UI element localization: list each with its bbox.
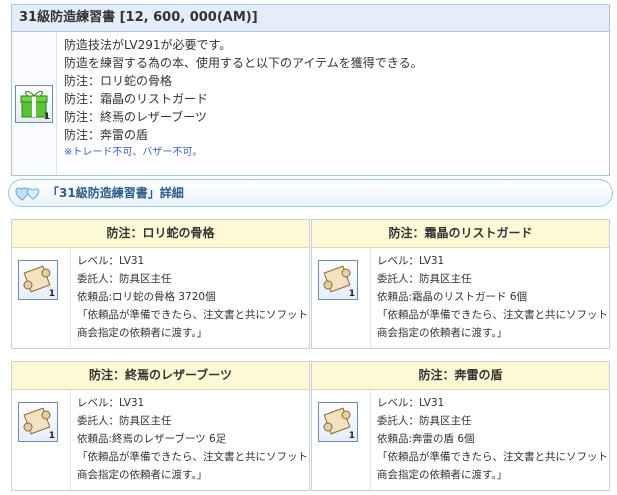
recipe-client: 委託人：防具区主任 — [77, 415, 172, 427]
scroll-icon[interactable]: 1 — [18, 260, 58, 300]
recipe-client: 委託人：防具区主任 — [377, 273, 472, 285]
recipe-quote-line2: 商会指定の依頼者に渡す。」 — [377, 469, 508, 481]
recipe-request: 依頼品:ロリ蛇の骨格 3720個 — [77, 291, 216, 303]
recipe-quote-line1: 「依頼品が準備できたら、注文書と共にソフット — [77, 451, 308, 463]
item-info-box: 31級防造練習書 [12, 600, 000(AM)] 1 防造技法がLV291… — [11, 4, 610, 176]
recipe-request: 依頼品:霜晶のリストガード 6個 — [377, 291, 528, 303]
detail-header: 「31級防造練習書」詳細 — [8, 179, 613, 207]
recipe-details: レベル：LV31 委託人：防具区主任 依頼品:奔雷の盾 6個 「依頼品が準備でき… — [377, 394, 608, 484]
item-icon-column: 1 — [12, 32, 57, 175]
hearts-icon — [14, 184, 44, 202]
recipe-request: 依頼品:終焉のレザーブーツ 6足 — [77, 433, 227, 445]
recipe-details: レベル：LV31 委託人：防具区主任 依頼品:霜晶のリストガード 6個 「依頼品… — [377, 252, 608, 342]
scroll-icon[interactable]: 1 — [318, 260, 358, 300]
scroll-icon[interactable]: 1 — [18, 402, 58, 442]
item-reward-3: 防注：終焉のレザーブーツ — [64, 110, 208, 124]
recipe-quote-line2: 商会指定の依頼者に渡す。」 — [377, 327, 508, 339]
recipe-icon-column: 1 — [12, 390, 71, 490]
item-reward-4: 防注：奔雷の盾 — [64, 128, 149, 142]
recipe-quote-line2: 商会指定の依頼者に渡す。」 — [77, 469, 208, 481]
item-title: 31級防造練習書 [12, 600, 000(AM)] — [12, 5, 609, 32]
recipe-level: レベル：LV31 — [377, 255, 445, 267]
recipe-icon-column: 1 — [312, 390, 371, 490]
recipe-quantity: 1 — [348, 431, 355, 441]
recipe-title: 防注：終焉のレザーブーツ — [12, 362, 309, 390]
recipe-title: 防注：霜晶のリストガード — [312, 220, 609, 248]
scroll-icon[interactable]: 1 — [318, 402, 358, 442]
item-reward-2: 防注：霜晶のリストガード — [64, 92, 209, 106]
recipe-details: レベル：LV31 委託人：防具区主任 依頼品:ロリ蛇の骨格 3720個 「依頼品… — [77, 252, 308, 342]
recipe-level: レベル：LV31 — [377, 397, 445, 409]
recipe-request: 依頼品:奔雷の盾 6個 — [377, 433, 475, 445]
recipe-title: 防注：ロリ蛇の骨格 — [12, 220, 309, 248]
recipe-icon-column: 1 — [12, 248, 71, 348]
recipe-quantity: 1 — [48, 431, 55, 441]
recipe-quantity: 1 — [348, 289, 355, 299]
recipe-title: 防注：奔雷の盾 — [312, 362, 609, 390]
recipe-card-3: 防注：終焉のレザーブーツ 1 レベル：LV31 委託人：防具区主任 依頼品:終焉… — [11, 361, 310, 491]
recipe-card-2: 防注：霜晶のリストガード 1 レベル：LV31 委託人：防具区主任 依頼品:霜晶… — [311, 219, 610, 349]
recipe-quote-line1: 「依頼品が準備できたら、注文書と共にソフット — [377, 309, 608, 321]
item-usage: 防造を練習する為の本、使用すると以下のアイテムを獲得できる。 — [64, 56, 423, 70]
gift-box-icon[interactable]: 1 — [15, 85, 53, 123]
recipe-card-1: 防注：ロリ蛇の骨格 1 レベル：LV31 委託人：防具区主任 依頼品:ロリ蛇の骨… — [11, 219, 310, 349]
item-requirement: 防造技法がLV291が必要です。 — [64, 38, 232, 52]
item-quantity: 1 — [43, 112, 50, 122]
recipe-card-4: 防注：奔雷の盾 1 レベル：LV31 委託人：防具区主任 依頼品:奔雷の盾 6個… — [311, 361, 610, 491]
recipe-client: 委託人：防具区主任 — [377, 415, 472, 427]
recipe-level: レベル：LV31 — [77, 255, 145, 267]
detail-title: 「31級防造練習書」詳細 — [47, 186, 184, 200]
item-description: 防造技法がLV291が必要です。 防造を練習する為の本、使用すると以下のアイテム… — [64, 36, 604, 161]
recipe-quote-line1: 「依頼品が準備できたら、注文書と共にソフット — [77, 309, 308, 321]
recipe-icon-column: 1 — [312, 248, 371, 348]
item-trade-note: ※トレード不可、バザー不可。 — [64, 147, 203, 158]
recipe-details: レベル：LV31 委託人：防具区主任 依頼品:終焉のレザーブーツ 6足 「依頼品… — [77, 394, 308, 484]
recipe-level: レベル：LV31 — [77, 397, 145, 409]
item-reward-1: 防注：ロリ蛇の骨格 — [64, 74, 173, 88]
recipe-quantity: 1 — [48, 289, 55, 299]
recipe-client: 委託人：防具区主任 — [77, 273, 172, 285]
recipe-quote-line1: 「依頼品が準備できたら、注文書と共にソフット — [377, 451, 608, 463]
recipe-quote-line2: 商会指定の依頼者に渡す。」 — [77, 327, 208, 339]
